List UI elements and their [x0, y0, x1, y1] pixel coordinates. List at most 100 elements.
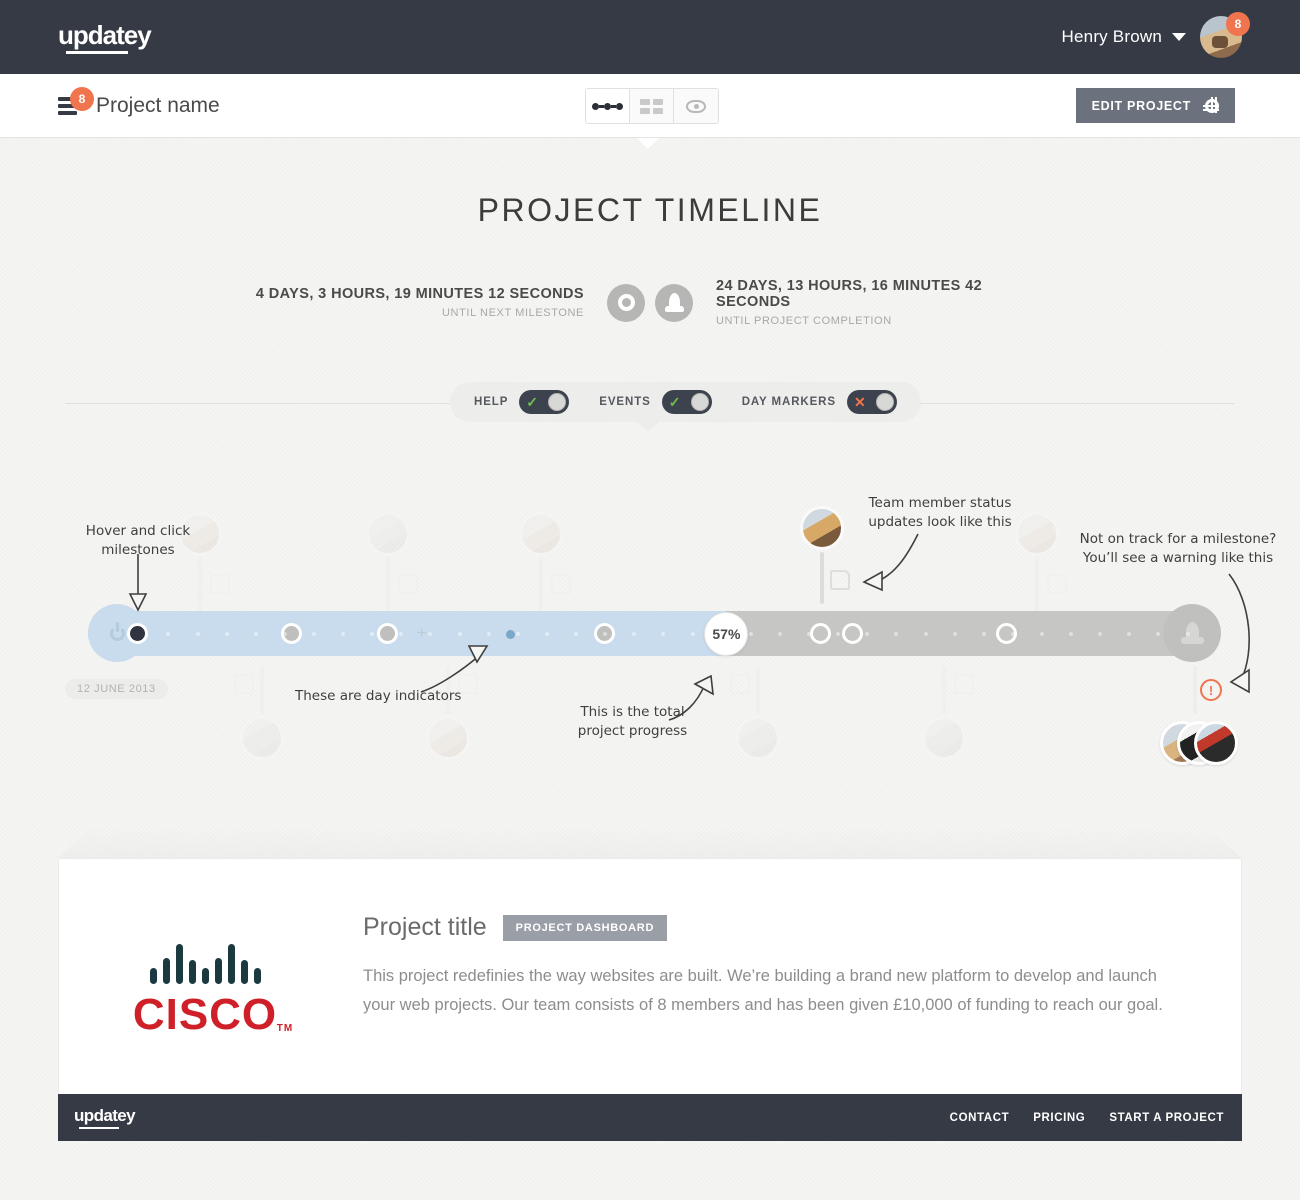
next-milestone-value: 4 DAYS, 3 HOURS, 19 MINUTES 12 SECONDS: [255, 286, 584, 302]
day-tick: [224, 632, 229, 636]
day-tick: [981, 632, 986, 636]
day-tick: [807, 632, 812, 636]
toggle-day-markers-label: DAY MARKERS: [741, 396, 836, 408]
event-avatar[interactable]: [922, 716, 966, 760]
timeline-view-button[interactable]: [586, 89, 630, 123]
project-logo: CISCO TM: [115, 938, 295, 1040]
day-tick: [748, 632, 753, 636]
event-avatar[interactable]: [426, 716, 470, 760]
top-navigation-bar: updatey Henry Brown 8: [0, 0, 1300, 74]
warning-annotation: Not on track for a milestone? You’ll see…: [1079, 531, 1277, 566]
day-tick: [195, 632, 200, 636]
event-stem: [1193, 666, 1197, 714]
day-tick: [515, 632, 520, 636]
toggle-day-markers-switch[interactable]: ✕: [846, 390, 897, 414]
user-avatar[interactable]: 8: [1200, 12, 1250, 58]
team-avatar-group[interactable]: [1160, 721, 1238, 765]
card-header: Project title PROJECT DASHBOARD: [363, 913, 668, 942]
status-update-annotation: Team member status updates look like thi…: [868, 495, 1012, 530]
day-tick: [457, 632, 462, 636]
timeline-end-cap[interactable]: [1163, 604, 1221, 662]
warning-arrow-icon: [1228, 573, 1250, 694]
project-dashboard-badge[interactable]: PROJECT DASHBOARD: [502, 914, 668, 941]
milestone-marker[interactable]: [841, 623, 863, 644]
event-avatar[interactable]: [366, 512, 410, 556]
edit-project-button[interactable]: EDIT PROJECT: [1075, 88, 1235, 123]
page-title: Project name: [96, 94, 220, 117]
milestone-marker[interactable]: [377, 623, 399, 644]
toggle-help-label: HELP: [474, 396, 509, 408]
day-tick: [312, 632, 316, 636]
toggle-help-knob: [548, 393, 567, 411]
project-title: Project title: [363, 913, 487, 941]
cisco-wordmark: CISCO TM: [132, 990, 292, 1040]
document-add-icon: [830, 570, 850, 590]
event-avatar[interactable]: [240, 716, 284, 760]
toggle-help-mark: ✓: [526, 394, 539, 410]
toggle-help-switch[interactable]: ✓: [519, 390, 570, 414]
user-menu[interactable]: Henry Brown 8: [1061, 0, 1250, 74]
avatar[interactable]: [1194, 721, 1238, 765]
day-tick: [1010, 632, 1015, 636]
toggle-events-switch[interactable]: ✓: [661, 390, 712, 414]
event-stem: [820, 552, 824, 604]
event-stem: [386, 556, 390, 612]
document-add-icon: [1047, 574, 1067, 594]
day-tick: [282, 632, 287, 636]
chevron-down-icon[interactable]: [1172, 33, 1186, 41]
project-badge[interactable]: 8: [70, 87, 94, 111]
next-milestone-countdown: 4 DAYS, 3 HOURS, 19 MINUTES 12 SECONDS U…: [252, 286, 602, 319]
hover-click-arrow-icon: [128, 554, 148, 612]
timeline-progress-fill: [88, 611, 727, 656]
project-description: This project redefinies the way websites…: [363, 967, 1163, 1014]
event-stem: [198, 556, 202, 612]
view-mode-toggle-group[interactable]: [585, 88, 719, 124]
footer-link-pricing[interactable]: PRICING: [1033, 1112, 1085, 1124]
image-icon: [234, 674, 254, 694]
footer-logo[interactable]: updatey: [74, 1106, 136, 1129]
trademark-symbol: TM: [276, 1023, 294, 1034]
toggle-day-markers-mark: ✕: [853, 394, 866, 410]
edit-project-label: EDIT PROJECT: [1091, 98, 1191, 113]
footer-link-contact[interactable]: CONTACT: [950, 1112, 1010, 1124]
toggle-day-markers[interactable]: DAY MARKERS ✕: [742, 390, 897, 414]
grid-view-button[interactable]: [630, 89, 674, 123]
day-tick: [544, 632, 549, 636]
notification-badge[interactable]: 8: [1226, 12, 1250, 36]
event-stem: [260, 666, 264, 714]
toggle-events[interactable]: EVENTS ✓: [599, 390, 712, 414]
timeline-start-date: 12 JUNE 2013: [65, 679, 168, 699]
edit-icon: [210, 574, 230, 594]
next-milestone-label: UNTIL NEXT MILESTONE: [442, 307, 584, 319]
footer-navigation: CONTACT PRICING START A PROJECT: [950, 1112, 1224, 1124]
brand-logo[interactable]: updatey: [58, 20, 152, 55]
display-options-bar: HELP ✓ EVENTS ✓ DAY MARKERS ✕: [450, 382, 921, 422]
toggle-day-markers-knob: [875, 393, 894, 411]
document-add-icon: [398, 574, 418, 594]
day-tick: [1185, 632, 1190, 636]
card-shoulder: [58, 826, 1242, 858]
project-completion-countdown: 24 DAYS, 13 HOURS, 16 MINUTES 42 SECONDS…: [698, 278, 1048, 327]
day-tick: [690, 632, 695, 636]
event-stem: [1035, 556, 1039, 612]
rocket-icon: [655, 283, 693, 322]
eye-icon: [686, 99, 706, 113]
event-avatar[interactable]: [519, 512, 563, 556]
cisco-brand-text: CISCO: [132, 990, 278, 1039]
preview-view-button[interactable]: [674, 89, 718, 123]
hamburger-icon[interactable]: 8: [58, 87, 94, 115]
user-name: Henry Brown: [1061, 27, 1162, 46]
event-stem: [756, 666, 760, 714]
event-avatar[interactable]: [800, 506, 844, 550]
milestone-ring-icon: [607, 283, 645, 322]
day-tick: [923, 632, 928, 636]
countdown-row: 4 DAYS, 3 HOURS, 19 MINUTES 12 SECONDS U…: [0, 278, 1300, 327]
event-avatar[interactable]: [736, 716, 780, 760]
add-milestone-icon[interactable]: +: [415, 624, 429, 641]
toggle-events-mark: ✓: [668, 394, 681, 410]
power-icon: [109, 621, 125, 641]
day-tick: [952, 632, 957, 636]
toggle-help[interactable]: HELP ✓: [474, 390, 570, 414]
completion-label: UNTIL PROJECT COMPLETION: [716, 315, 892, 327]
footer-link-start-a-project[interactable]: START A PROJECT: [1109, 1112, 1224, 1124]
